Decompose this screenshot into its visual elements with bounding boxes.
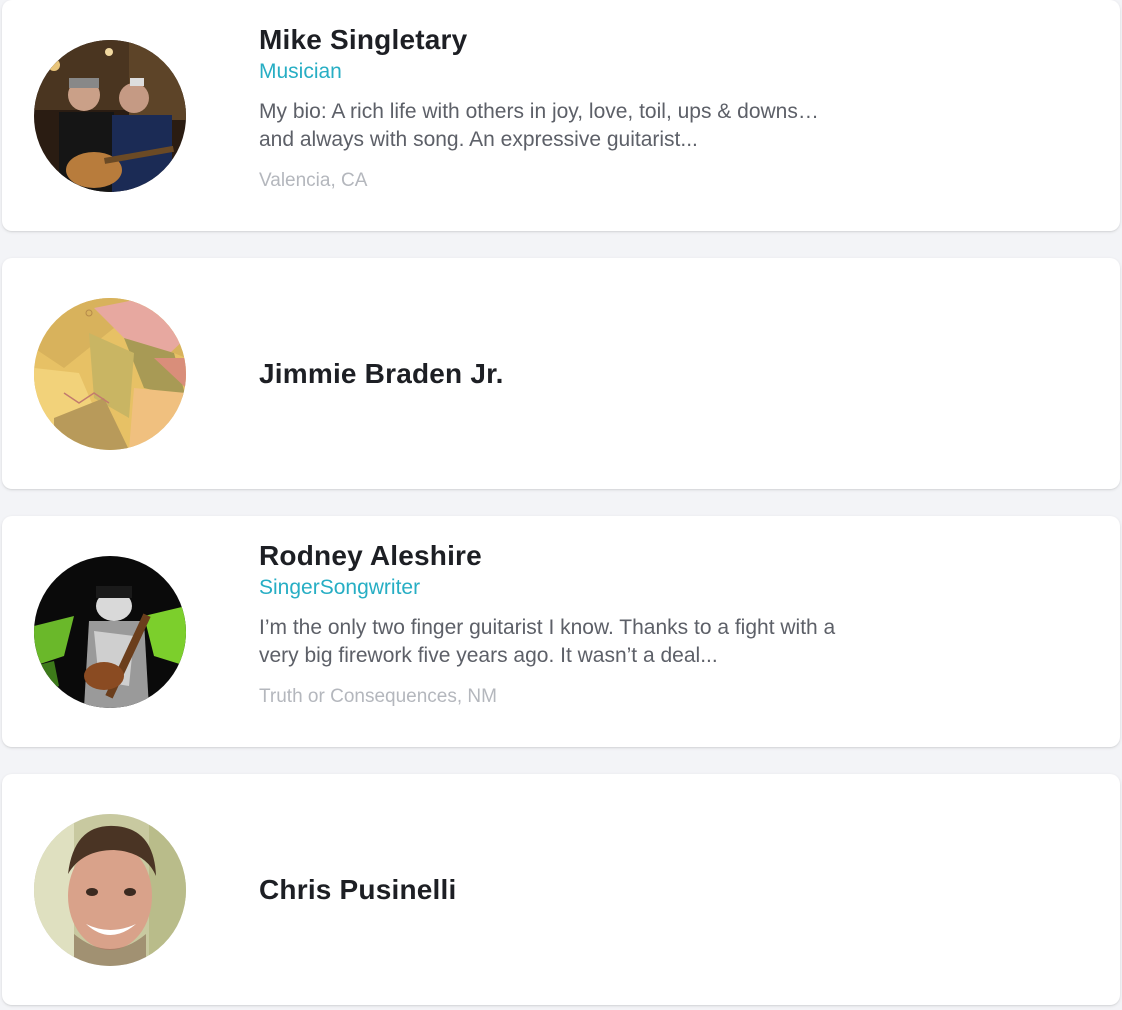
musician-name[interactable]: Jimmie Braden Jr. <box>259 356 504 392</box>
musician-location: Truth or Consequences, NM <box>259 686 497 707</box>
avatar[interactable] <box>34 814 186 966</box>
musician-card[interactable]: Mike Singletary Musician My bio: A rich … <box>2 0 1120 231</box>
musician-name[interactable]: Chris Pusinelli <box>259 872 457 908</box>
avatar-abstract-geometric <box>34 298 186 450</box>
musician-card[interactable]: Chris Pusinelli <box>2 774 1120 1005</box>
avatar-photo-portrait <box>34 814 186 966</box>
musician-bio: My bio: A rich life with others in joy, … <box>259 100 819 151</box>
musician-name[interactable]: Rodney Aleshire <box>259 538 859 574</box>
musician-card[interactable]: Jimmie Braden Jr. <box>2 258 1120 489</box>
musician-info: Jimmie Braden Jr. <box>259 258 859 489</box>
musician-card[interactable]: Rodney Aleshire SingerSongwriter I’m the… <box>2 516 1120 747</box>
musician-location: Valencia, CA <box>259 170 368 191</box>
musician-bio: I’m the only two finger guitarist I know… <box>259 616 836 667</box>
musician-info: Mike Singletary Musician My bio: A rich … <box>259 22 859 194</box>
musician-list: Mike Singletary Musician My bio: A rich … <box>0 0 1122 1010</box>
avatar[interactable] <box>34 556 186 708</box>
avatar-photo-guitarist-stylized <box>34 556 186 708</box>
musician-name[interactable]: Mike Singletary <box>259 22 859 58</box>
musician-role: Musician <box>259 60 342 83</box>
musician-info: Rodney Aleshire SingerSongwriter I’m the… <box>259 538 859 710</box>
avatar[interactable] <box>34 298 186 450</box>
musician-role: SingerSongwriter <box>259 576 421 599</box>
musician-info: Chris Pusinelli <box>259 774 859 1005</box>
avatar[interactable] <box>34 40 186 192</box>
avatar-photo-two-guitarists <box>34 40 186 192</box>
